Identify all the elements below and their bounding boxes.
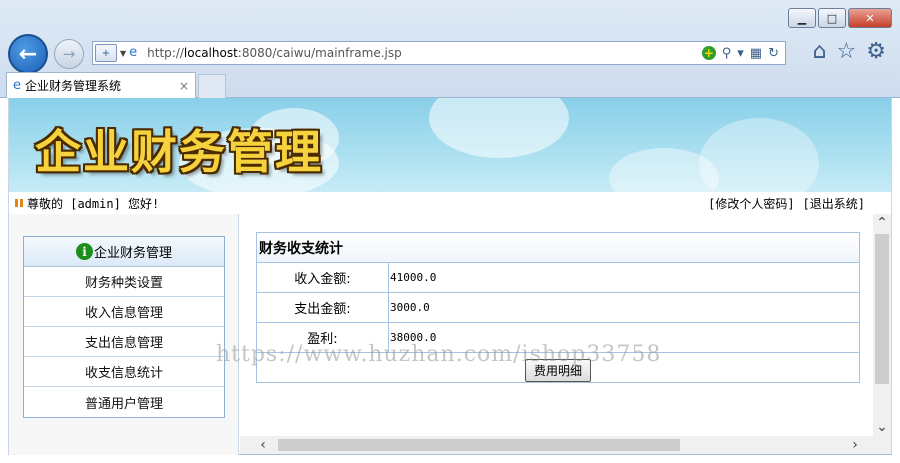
stats-caption: 财务收支统计 [256,232,860,263]
logout-link[interactable]: [退出系统] [803,195,865,212]
home-icon[interactable]: ⌂ [813,40,827,64]
address-actions: + ⚲ ▾ ▦ ↻ [701,46,785,61]
vertical-scrollbar[interactable]: ⌃ ⌄ [873,214,891,436]
table-caption-row: 财务收支统计 [256,232,860,263]
add-on-icon[interactable]: + [701,46,716,60]
browser-tab[interactable]: e 企业财务管理系统 × [6,72,196,98]
compatibility-view-icon[interactable]: ▦ [750,46,762,61]
button-cell: 费用明细 [256,352,860,383]
chevron-down-icon[interactable]: ▾ [737,46,744,61]
scroll-up-icon[interactable]: ⌃ [873,214,891,232]
main-content: 财务收支统计 收入金额: 41000.0 支出金额: 3000.0 盈利: 38… [240,214,873,436]
horizontal-scrollbar[interactable]: ‹ › [240,436,891,454]
vertical-scroll-thumb[interactable] [875,234,889,384]
scroll-down-icon[interactable]: ⌄ [873,418,891,436]
back-icon[interactable]: ← [8,34,48,74]
expense-details-button[interactable]: 费用明细 [524,359,591,382]
maximize-button[interactable]: □ [818,8,846,28]
banner-title: 企业财务管理 [35,125,323,179]
browser-chrome: ▁ □ ✕ ← → + ▼ e http://localhost:8080/ca… [0,0,900,98]
stats-table: 财务收支统计 收入金额: 41000.0 支出金额: 3000.0 盈利: 38… [256,232,860,383]
sidebar-header: i 企业财务管理 [24,237,224,267]
favorites-star-icon[interactable]: ☆ [837,40,857,64]
table-row: 支出金额: 3000.0 [256,292,860,323]
url-host: localhost [183,46,238,60]
settings-gear-icon[interactable]: ⚙ [866,40,886,64]
forward-icon[interactable]: → [54,39,84,69]
url-text[interactable]: http://localhost:8080/caiwu/mainframe.js… [147,46,402,60]
profit-label: 盈利: [256,322,389,353]
browser-toolbar: ⌂ ☆ ⚙ [813,40,886,64]
banner: 企业财务管理 [9,98,891,192]
ie-page-icon: e [129,45,138,60]
sidebar-item-category-settings[interactable]: 财务种类设置 [24,267,224,297]
expense-value: 3000.0 [388,292,860,323]
window-controls: ▁ □ ✕ [786,8,892,28]
table-row: 收入金额: 41000.0 [256,262,860,293]
horizontal-scroll-thumb[interactable] [278,439,680,451]
table-row: 费用明细 [256,352,860,383]
sidebar-menu: i 企业财务管理 财务种类设置 收入信息管理 支出信息管理 收支信息统计 普通用… [23,236,225,418]
sidebar-item-income[interactable]: 收入信息管理 [24,297,224,327]
minimize-button[interactable]: ▁ [788,8,816,28]
scroll-left-icon[interactable]: ‹ [254,436,272,454]
new-tab-button[interactable] [198,74,226,98]
refresh-icon[interactable]: ↻ [768,46,779,61]
url-rest: :8080/caiwu/mainframe.jsp [237,46,402,60]
search-icon[interactable]: ⚲ [722,46,732,61]
scroll-right-icon[interactable]: › [846,436,864,454]
address-bar[interactable]: + ▼ e http://localhost:8080/caiwu/mainfr… [92,41,786,65]
banner-cloud [429,98,569,158]
close-window-button[interactable]: ✕ [848,8,892,28]
sidebar: i 企业财务管理 财务种类设置 收入信息管理 支出信息管理 收支信息统计 普通用… [9,214,239,455]
sidebar-item-expense[interactable]: 支出信息管理 [24,327,224,357]
user-bar: 尊敬的 [admin] 您好! [修改个人密码] [退出系统] [9,192,891,214]
bullet-icon [15,199,23,207]
page-viewport: 企业财务管理 尊敬的 [admin] 您好! [修改个人密码] [退出系统] i… [8,98,892,455]
chevron-down-icon[interactable]: ▼ [120,49,126,58]
profit-value: 38000.0 [388,322,860,353]
close-tab-icon[interactable]: × [179,79,189,93]
sidebar-item-statistics[interactable]: 收支信息统计 [24,357,224,387]
sidebar-item-users[interactable]: 普通用户管理 [24,387,224,417]
sidebar-header-label: 企业财务管理 [93,246,172,261]
change-password-link[interactable]: [修改个人密码] [708,195,794,212]
income-value: 41000.0 [388,262,860,293]
url-prefix: http:// [147,46,184,60]
tab-title: 企业财务管理系统 [25,79,122,93]
site-info-icon[interactable]: + [95,44,117,62]
table-row: 盈利: 38000.0 [256,322,860,353]
greeting-text: 尊敬的 [admin] 您好! [27,196,160,211]
info-icon: i [75,243,93,260]
income-label: 收入金额: [256,262,389,293]
ie-page-icon: e [13,78,21,93]
user-links: [修改个人密码] [退出系统] [708,195,891,212]
expense-label: 支出金额: [256,292,389,323]
